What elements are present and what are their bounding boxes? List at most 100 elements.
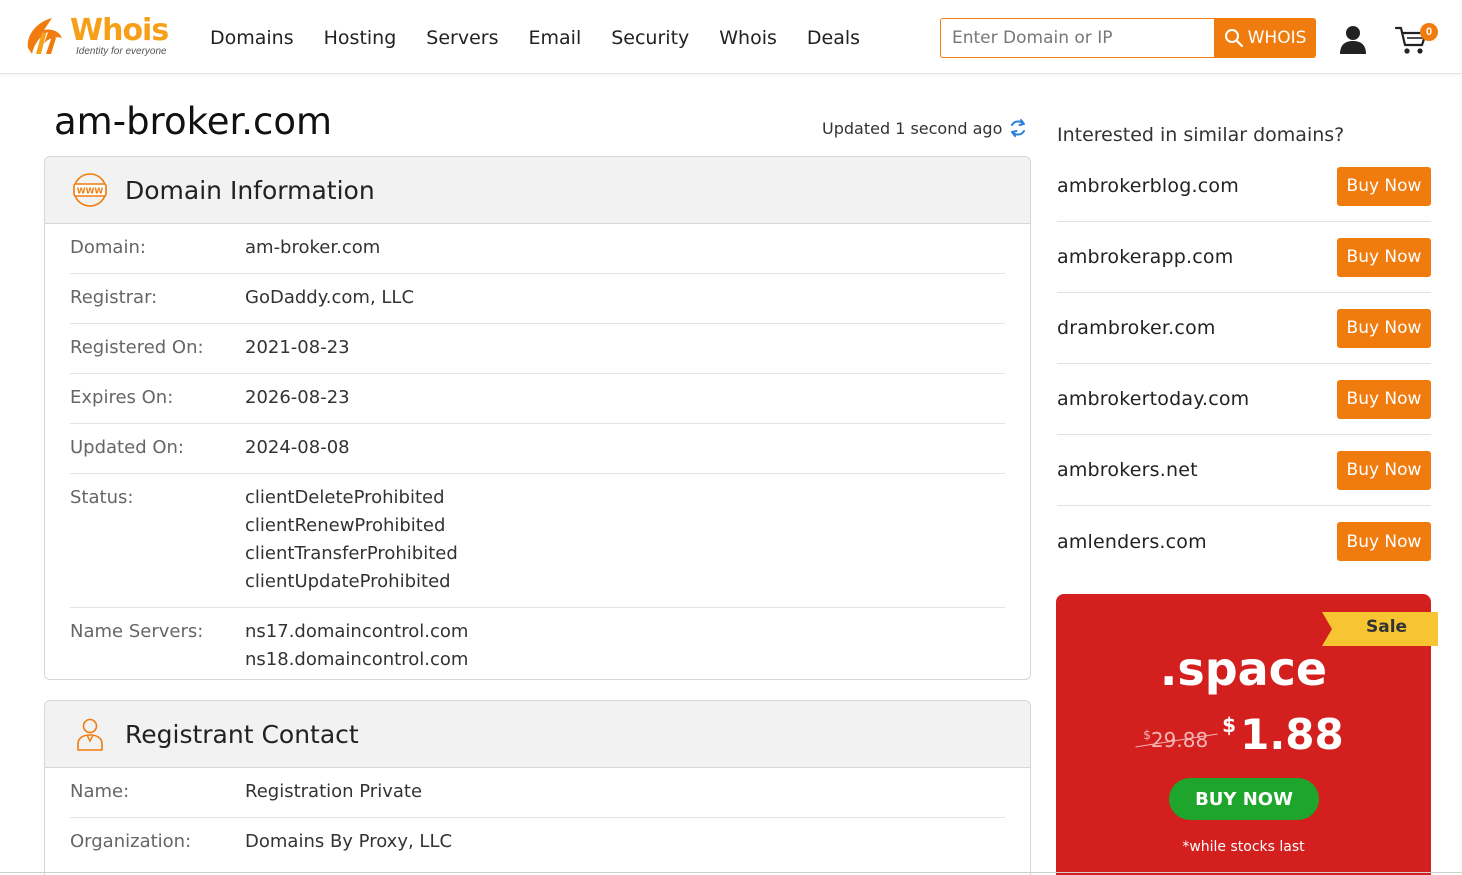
buy-now-button[interactable]: Buy Now <box>1337 379 1431 419</box>
page-title: am-broker.com <box>54 100 333 143</box>
row-label: Expires On: <box>70 387 174 408</box>
row-value: Domains By Proxy, LLC <box>245 828 452 856</box>
row-value-line: GoDaddy.com, LLC <box>245 287 415 308</box>
main-nav: Domains Hosting Servers Email Security W… <box>210 25 890 51</box>
registrant-row: Organization: Domains By Proxy, LLC <box>70 818 1005 867</box>
old-price-value: 29.88 <box>1150 728 1209 752</box>
search-bar: WHOIS <box>940 18 1316 58</box>
domain-info-row: Status: clientDeleteProhibited clientRenew… <box>70 474 1005 608</box>
similar-domain-item: ambrokerapp.com Buy Now <box>1057 222 1431 293</box>
nav-email[interactable]: Email <box>529 25 582 51</box>
www-globe-icon: WWW <box>73 173 107 207</box>
space-sale-promo[interactable]: Sale .space $29.88 $1.88 BUY NOW *while … <box>1056 594 1438 875</box>
similar-domain-name[interactable]: drambroker.com <box>1057 317 1216 339</box>
row-label: Registered On: <box>70 337 204 358</box>
new-price: $1.88 <box>1222 710 1344 760</box>
row-label: Status: <box>70 487 134 508</box>
row-value-line: clientUpdateProhibited <box>245 571 451 592</box>
search-icon <box>1224 29 1243 48</box>
domain-info-row: Registrar: GoDaddy.com, LLC <box>70 274 1005 324</box>
cart-count-badge: 0 <box>1420 23 1438 41</box>
buy-now-button[interactable]: Buy Now <box>1337 166 1431 206</box>
registrant-contact-rows: Name: Registration Private Organization: Do… <box>45 768 1030 867</box>
row-value-line: Domains By Proxy, LLC <box>245 831 453 852</box>
nav-servers[interactable]: Servers <box>426 25 498 51</box>
row-value-line: ns18.domaincontrol.com <box>245 649 469 670</box>
registrant-contact-card: Registrant Contact Name: Registration Pri… <box>44 700 1031 875</box>
row-value-line: Registration Private <box>245 781 423 802</box>
row-value: 2024-08-08 <box>245 434 350 462</box>
similar-domain-name[interactable]: ambrokers.net <box>1057 459 1198 481</box>
promo-note: *while stocks last <box>1182 839 1305 855</box>
search-input[interactable] <box>940 18 1214 58</box>
buy-now-button[interactable]: Buy Now <box>1337 522 1431 561</box>
old-price-currency: $ <box>1143 728 1151 742</box>
refresh-icon[interactable] <box>1008 118 1028 138</box>
row-value: am-broker.com <box>245 234 380 262</box>
new-price-value: 1.88 <box>1240 710 1344 759</box>
similar-domain-item: drambroker.com Buy Now <box>1057 293 1431 364</box>
updated-text: Updated 1 second ago <box>822 118 1003 138</box>
row-label: Registrar: <box>70 287 158 308</box>
similar-domain-item: ambrokerblog.com Buy Now <box>1057 151 1431 222</box>
buy-now-button[interactable]: Buy Now <box>1337 450 1431 490</box>
updated-status: Updated 1 second ago <box>822 118 1028 138</box>
domain-info-row: Domain: am-broker.com <box>70 224 1005 274</box>
promo-buy-now-button[interactable]: BUY NOW <box>1169 778 1319 820</box>
nav-security[interactable]: Security <box>611 25 689 51</box>
new-price-currency: $ <box>1222 713 1237 737</box>
domain-information-header: WWW Domain Information <box>45 157 1030 224</box>
registrant-row: Name: Registration Private <box>70 768 1005 818</box>
logo-tagline: Identity for everyone <box>76 46 167 57</box>
promo-prices: $29.88 $1.88 <box>1056 710 1431 760</box>
logo-mark-icon <box>22 14 66 58</box>
similar-domains-list: ambrokerblog.com Buy Now ambrokerapp.com Bu… <box>1057 151 1431 577</box>
person-icon <box>77 718 103 751</box>
row-value-line: clientTransferProhibited <box>245 543 458 564</box>
row-label: Organization: <box>70 831 192 852</box>
buy-now-button[interactable]: Buy Now <box>1337 308 1431 348</box>
old-price: $29.88 <box>1143 728 1208 752</box>
row-label: Domain: <box>70 237 146 258</box>
bottom-divider <box>0 872 1462 873</box>
domain-information-rows: Domain: am-broker.com Registrar: GoDaddy.co… <box>45 224 1030 679</box>
nav-hosting[interactable]: Hosting <box>324 25 397 51</box>
logo-wordmark: Whois <box>70 13 169 48</box>
similar-domain-name[interactable]: ambrokerblog.com <box>1057 175 1239 197</box>
row-value: Registration Private <box>245 778 422 806</box>
nav-domains[interactable]: Domains <box>210 25 294 51</box>
user-account-icon[interactable] <box>1338 24 1368 54</box>
nav-whois[interactable]: Whois <box>719 25 777 51</box>
row-value-line: clientDeleteProhibited <box>245 487 445 508</box>
similar-domain-name[interactable]: amlenders.com <box>1057 531 1207 553</box>
row-value-line: am-broker.com <box>245 237 381 258</box>
promo-tld: .space <box>1159 642 1328 696</box>
nav-deals[interactable]: Deals <box>807 25 860 51</box>
buy-now-button[interactable]: Buy Now <box>1337 237 1431 277</box>
row-value: 2026-08-23 <box>245 384 350 412</box>
row-value-line: 2021-08-23 <box>245 337 350 358</box>
row-value-line: ns17.domaincontrol.com <box>245 621 469 642</box>
sale-label: Sale <box>1366 617 1408 637</box>
row-label: Updated On: <box>70 437 184 458</box>
similar-domain-item: ambrokers.net Buy Now <box>1057 435 1431 506</box>
row-value: GoDaddy.com, LLC <box>245 284 414 312</box>
row-value-line: clientRenewProhibited <box>245 515 446 536</box>
domain-information-title: Domain Information <box>125 175 375 205</box>
site-header: Whois Identity for everyone Domains Host… <box>0 0 1462 74</box>
search-button-label: WHOIS <box>1247 28 1307 48</box>
row-value: ns17.domaincontrol.com ns18.domaincontrol… <box>245 618 468 674</box>
row-value: clientDeleteProhibited clientRenewProhibi… <box>245 484 458 596</box>
row-label: Name: <box>70 781 130 802</box>
whois-search-button[interactable]: WHOIS <box>1214 18 1316 58</box>
domain-info-row: Name Servers: ns17.domaincontrol.com ns18.… <box>70 608 1005 679</box>
svg-text:WWW: WWW <box>77 187 104 196</box>
domain-info-row: Updated On: 2024-08-08 <box>70 424 1005 474</box>
similar-domain-name[interactable]: ambrokertoday.com <box>1057 388 1249 410</box>
site-logo[interactable]: Whois Identity for everyone <box>22 14 182 62</box>
similar-domain-name[interactable]: ambrokerapp.com <box>1057 246 1233 268</box>
row-value-line: 2024-08-08 <box>245 437 350 458</box>
row-value: 2021-08-23 <box>245 334 350 362</box>
row-label: Name Servers: <box>70 621 204 642</box>
similar-domains-title: Interested in similar domains? <box>1057 124 1345 146</box>
